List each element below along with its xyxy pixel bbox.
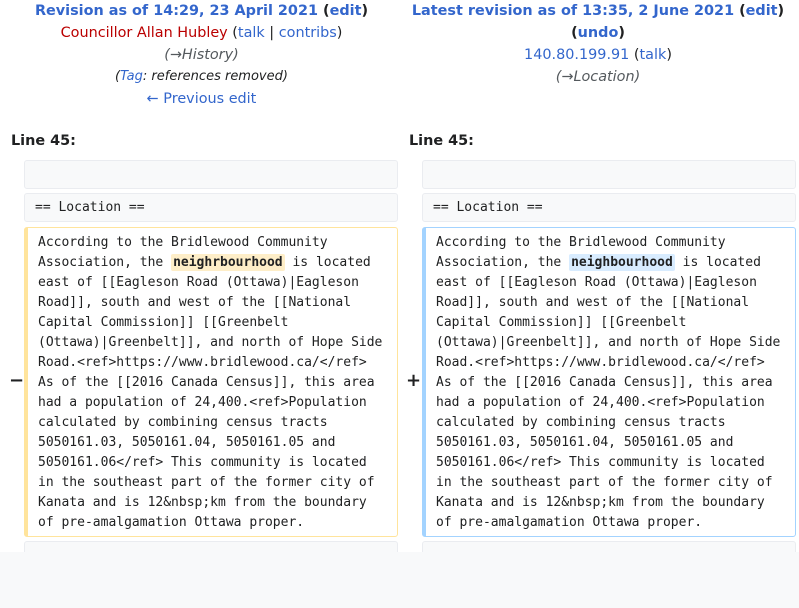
old-contribs-link[interactable]: contribs xyxy=(279,25,337,41)
old-line-number: Line 45: xyxy=(11,133,76,149)
page-footer-area xyxy=(0,552,799,608)
undo-link[interactable]: undo xyxy=(578,25,619,41)
new-edit-link[interactable]: edit xyxy=(746,3,778,19)
new-line-number: Line 45: xyxy=(409,133,474,149)
new-talk-link[interactable]: talk xyxy=(640,47,667,63)
deleted-text-after: is located east of [[Eagleson Road (Otta… xyxy=(38,255,383,530)
new-revision-header: Latest revision as of 13:35, 2 June 2021… xyxy=(398,0,798,88)
old-context-heading: == Location == xyxy=(24,193,398,222)
deleted-line-marker: − xyxy=(9,370,25,391)
old-tag-line: (Tag: references removed) xyxy=(115,69,288,84)
new-revision-user: 140.80.199.91 (talk) xyxy=(524,47,672,63)
old-revision-title: Revision as of 14:29, 23 April 2021 (edi… xyxy=(34,3,369,19)
old-edit-link[interactable]: edit xyxy=(330,3,362,19)
old-revision-header: Revision as of 14:29, 23 April 2021 (edi… xyxy=(0,0,403,110)
new-revision-title: Latest revision as of 13:35, 2 June 2021… xyxy=(411,3,785,19)
tag-link[interactable]: Tag xyxy=(120,69,143,84)
new-context-empty xyxy=(422,160,796,189)
old-revision-user: Councillor Allan Hubley (talk | contribs… xyxy=(60,25,343,41)
old-context-empty xyxy=(24,160,398,189)
added-text-after: is located east of [[Eagleson Road (Otta… xyxy=(436,255,781,530)
added-line-marker: + xyxy=(406,370,422,391)
new-context-heading: == Location == xyxy=(422,193,796,222)
previous-edit-link[interactable]: ← Previous edit xyxy=(147,91,257,107)
new-user-link[interactable]: 140.80.199.91 xyxy=(524,47,629,63)
deleted-word: neighrbourhood xyxy=(171,254,285,271)
old-talk-link[interactable]: talk xyxy=(238,25,265,41)
undo-line: (undo) xyxy=(571,25,625,41)
old-user-link[interactable]: Councillor Allan Hubley xyxy=(61,25,228,41)
new-revision-link[interactable]: Latest revision as of 13:35, 2 June 2021 xyxy=(412,3,734,19)
added-word: neighbourhood xyxy=(569,254,675,271)
deleted-line: According to the Bridlewood Community As… xyxy=(24,227,398,537)
added-line: According to the Bridlewood Community As… xyxy=(422,227,796,537)
old-edit-summary: (→History) xyxy=(164,47,239,63)
old-revision-link[interactable]: Revision as of 14:29, 23 April 2021 xyxy=(35,3,318,19)
new-edit-summary: (→Location) xyxy=(555,69,641,85)
